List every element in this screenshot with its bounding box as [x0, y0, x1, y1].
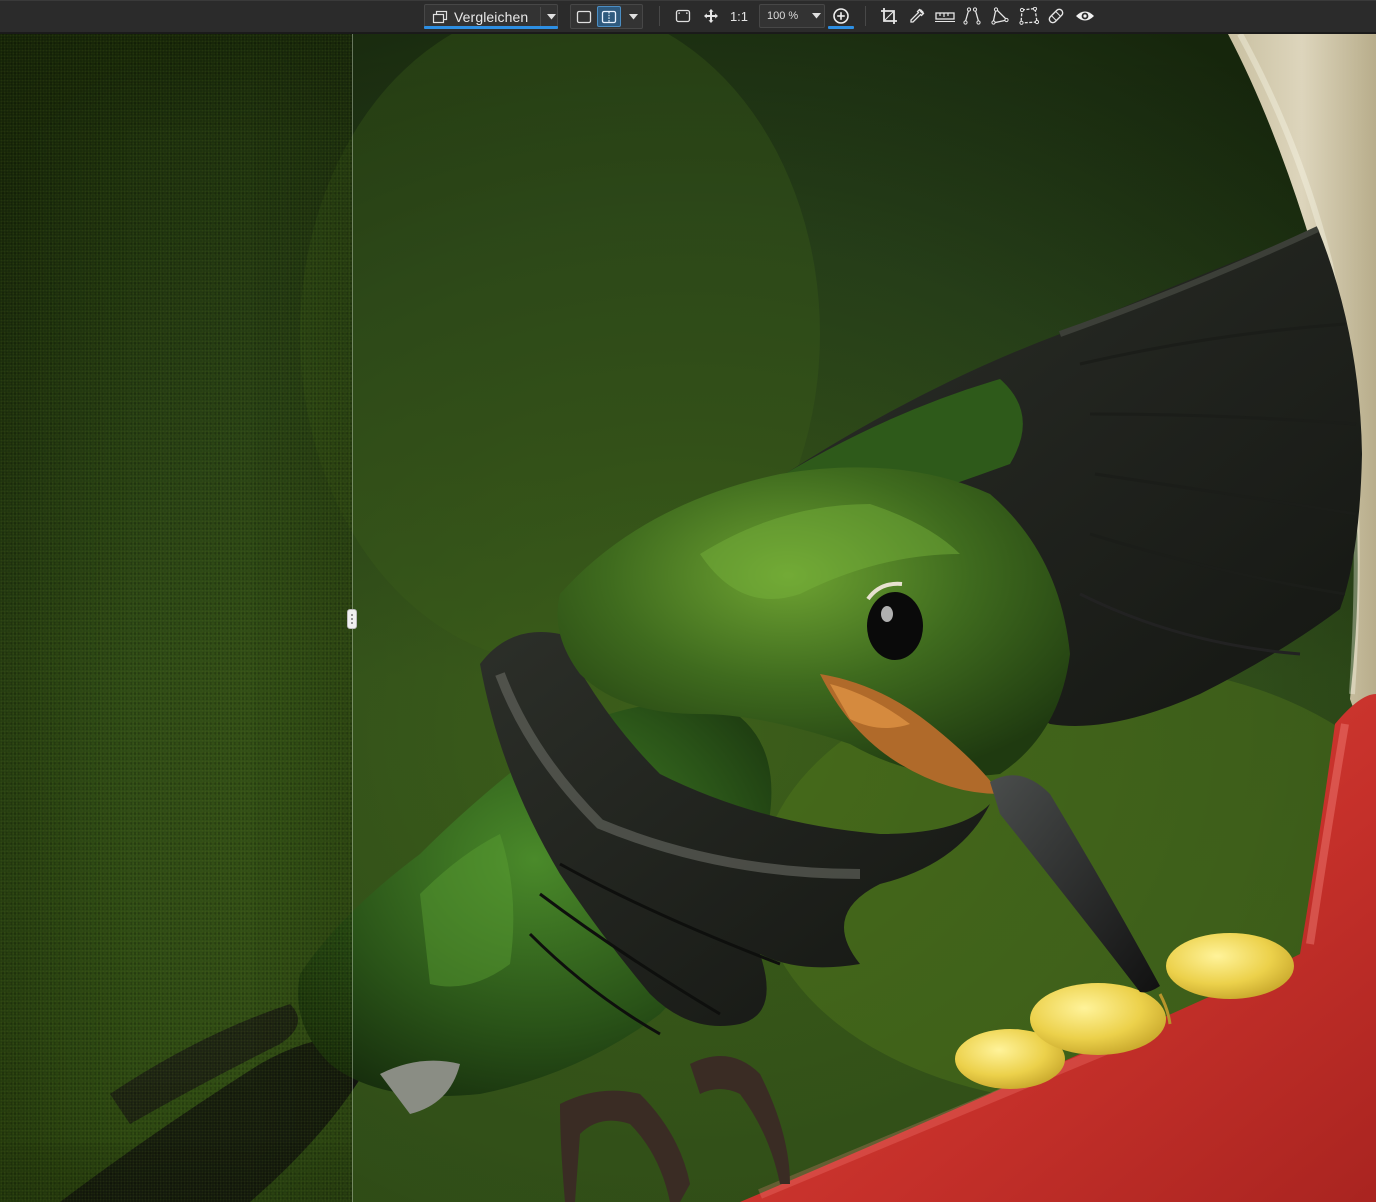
pan-move-icon — [703, 8, 719, 24]
zoom-select[interactable]: 100 % — [759, 4, 825, 28]
grip-dot — [351, 618, 353, 620]
chevron-down-icon[interactable] — [811, 5, 821, 27]
toolbar-divider — [659, 6, 660, 26]
preview-toggle-button[interactable] — [1074, 4, 1096, 28]
compare-split-handle[interactable] — [347, 609, 357, 629]
zoom-active-indicator — [828, 26, 854, 29]
grip-dot — [351, 614, 353, 616]
healing-icon — [1047, 7, 1065, 25]
fit-to-screen-icon — [675, 9, 691, 23]
eyedropper-tool-button[interactable] — [907, 4, 927, 28]
crop-icon — [880, 7, 898, 25]
zoom-in-icon — [832, 7, 850, 25]
perspective-vertical-icon — [963, 7, 981, 25]
single-view-button[interactable] — [572, 6, 596, 27]
single-view-icon — [576, 10, 592, 24]
image-canvas[interactable] — [0, 34, 1376, 1202]
chevron-down-icon[interactable] — [624, 5, 642, 28]
split-view-button[interactable] — [597, 6, 621, 27]
preview-eye-icon — [1075, 9, 1095, 23]
perspective-free-button[interactable] — [1018, 4, 1040, 28]
perspective-free-icon — [1019, 7, 1039, 25]
view-mode-group — [570, 4, 643, 29]
healing-tool-button[interactable] — [1046, 4, 1066, 28]
zoom-value: 100 % — [767, 10, 799, 22]
compare-active-indicator — [424, 26, 558, 29]
chevron-down-icon[interactable] — [545, 5, 557, 28]
compare-label: Vergleichen — [454, 8, 529, 25]
top-toolbar: Vergleichen 1:1 100 % — [0, 0, 1376, 33]
crop-tool-button[interactable] — [879, 4, 899, 28]
grip-dot — [351, 622, 353, 624]
split-view-icon — [601, 10, 617, 24]
pan-tool-button[interactable] — [701, 4, 721, 28]
perspective-vertical-button[interactable] — [962, 4, 982, 28]
fit-to-screen-button[interactable] — [673, 4, 693, 28]
perspective-horizontal-icon — [991, 7, 1009, 25]
straighten-icon — [935, 9, 955, 23]
eyedropper-icon — [909, 8, 925, 24]
one-to-one-button[interactable]: 1:1 — [727, 4, 751, 28]
perspective-horizontal-button[interactable] — [990, 4, 1010, 28]
zoom-in-button[interactable] — [830, 4, 852, 28]
editor-window: Vergleichen 1:1 100 % — [0, 0, 1376, 1202]
compare-windows-icon — [432, 10, 448, 24]
straighten-tool-button[interactable] — [934, 4, 956, 28]
before-noise-overlay — [0, 34, 352, 1202]
toolbar-divider — [865, 6, 866, 26]
compare-separator — [540, 7, 541, 26]
